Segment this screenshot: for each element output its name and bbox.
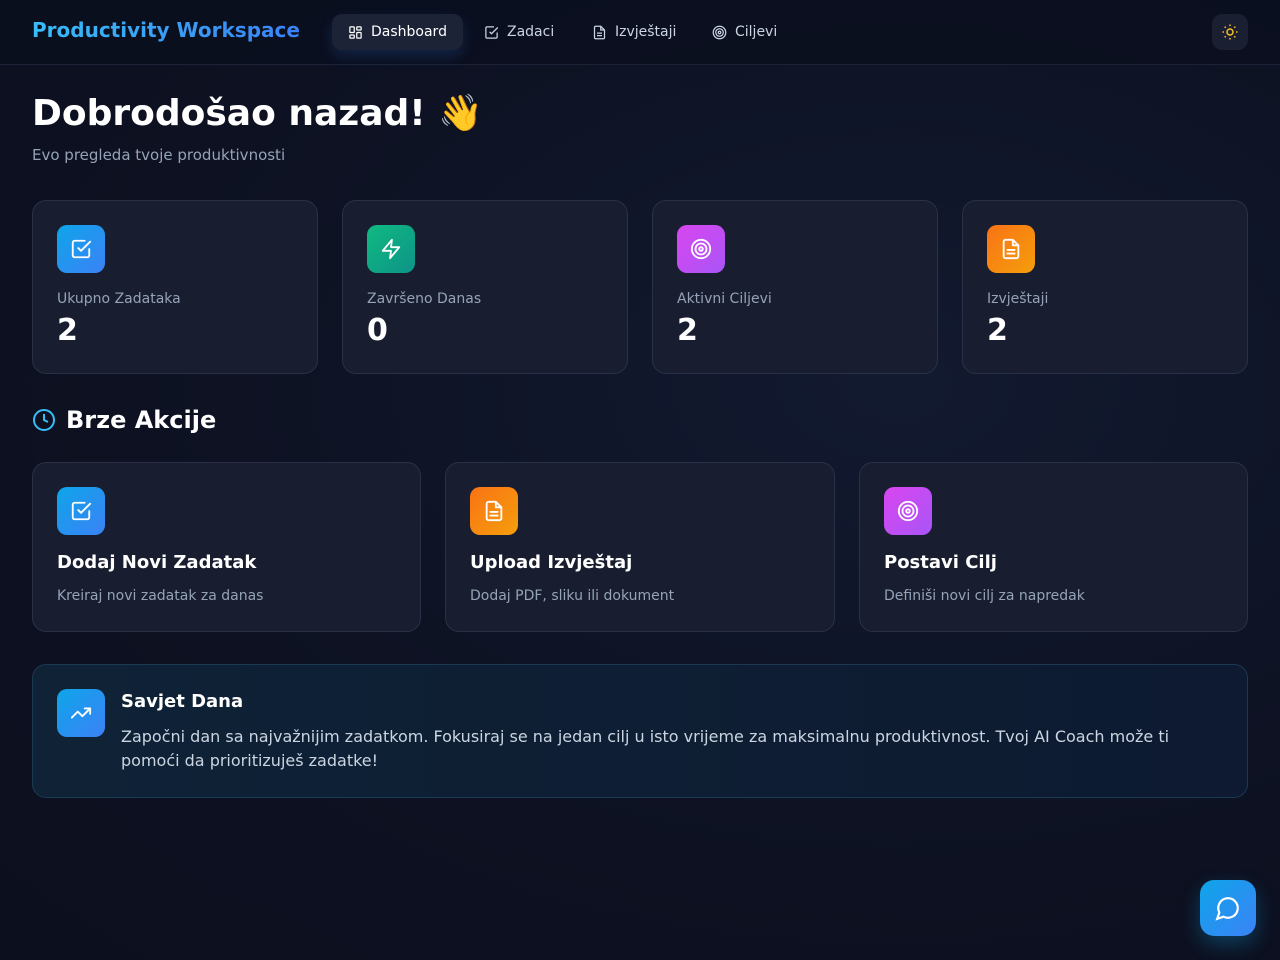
checkbox-icon: [71, 501, 92, 521]
target-icon: [897, 500, 919, 522]
action-description: Definiši novi cilj za napredak: [884, 588, 1085, 604]
stat-card-reports: Izvještaji 2: [962, 200, 1248, 374]
target-icon: [690, 238, 712, 260]
document-icon: [593, 25, 606, 39]
action-card-upload-report[interactable]: [445, 462, 835, 632]
stat-card-completed-today: Završeno Danas 0: [342, 200, 628, 374]
tip-of-the-day-card: Savjet Dana Započni dan sa najvažnijim z…: [32, 664, 1248, 798]
grid-icon: [349, 25, 362, 39]
clock-icon: [33, 409, 55, 431]
action-title: Upload Izvještaj: [470, 552, 633, 573]
document-icon: [485, 500, 503, 522]
tab-zadaci[interactable]: Zadaci: [468, 14, 570, 50]
tab-label: Dashboard: [371, 24, 447, 40]
stat-value: 2: [677, 313, 698, 348]
tab-label: Izvještaji: [615, 24, 677, 40]
quick-actions-heading: Brze Akcije: [32, 406, 216, 434]
tip-icon-box: [57, 689, 105, 737]
lightning-icon: [381, 238, 401, 260]
stat-value: 2: [987, 313, 1008, 348]
theme-toggle-button[interactable]: [1212, 14, 1248, 50]
welcome-subtitle: Evo pregleda tvoje produktivnosti: [32, 146, 286, 164]
target-icon: [712, 25, 727, 39]
tab-label: Ciljevi: [735, 24, 778, 40]
tab-dashboard[interactable]: Dashboard: [332, 14, 463, 50]
chat-bubble-icon: [1215, 897, 1239, 921]
tab-label: Zadaci: [507, 24, 555, 40]
action-description: Dodaj PDF, sliku ili dokument: [470, 588, 675, 604]
stat-icon-box: [987, 225, 1035, 273]
document-icon: [1002, 238, 1020, 260]
tip-text: Započni dan sa najvažnijim zadatkom. Fok…: [121, 727, 1170, 770]
checkbox-icon: [485, 25, 499, 39]
stat-value: 0: [367, 313, 388, 348]
sun-icon: [1222, 24, 1238, 40]
action-icon-box: [884, 487, 932, 535]
action-title: Postavi Cilj: [884, 552, 997, 573]
stat-label: Izvještaji: [987, 291, 1049, 307]
trending-up-icon: [70, 707, 92, 719]
quick-actions-title: Brze Akcije: [66, 406, 217, 434]
ai-coach-chat-button[interactable]: [1200, 880, 1256, 936]
action-title: Dodaj Novi Zadatak: [57, 552, 257, 573]
stat-icon-box: [677, 225, 725, 273]
stat-label: Aktivni Ciljevi: [677, 291, 772, 307]
action-icon-box: [57, 487, 105, 535]
action-card-set-goal[interactable]: [859, 462, 1248, 632]
app-title[interactable]: Productivity Workspace: [32, 18, 300, 42]
stat-card-active-goals: Aktivni Ciljevi 2: [652, 200, 938, 374]
welcome-title: Dobrodošao nazad! 👋: [32, 93, 484, 134]
action-description: Kreiraj novi zadatak za danas: [57, 588, 264, 604]
stat-label: Ukupno Zadataka: [57, 291, 181, 307]
top-navbar: Productivity Workspace Dashboard Zadaci …: [0, 0, 1280, 65]
stat-icon-box: [57, 225, 105, 273]
stat-card-total-tasks: Ukupno Zadataka 2: [32, 200, 318, 374]
tip-title: Savjet Dana: [121, 691, 244, 712]
tab-ciljevi[interactable]: Ciljevi: [696, 14, 793, 50]
tab-izvjestaji[interactable]: Izvještaji: [576, 14, 692, 50]
action-icon-box: [470, 487, 518, 535]
stat-value: 2: [57, 313, 78, 348]
checkbox-icon: [71, 239, 92, 259]
stat-icon-box: [367, 225, 415, 273]
action-card-add-task[interactable]: [32, 462, 421, 632]
stat-label: Završeno Danas: [367, 291, 482, 307]
